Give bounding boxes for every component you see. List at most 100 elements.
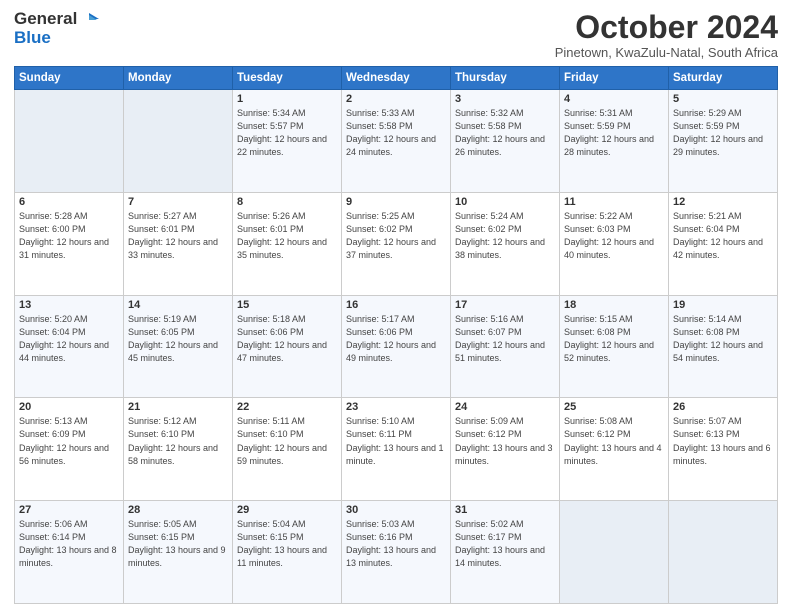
day-info: Sunrise: 5:06 AM Sunset: 6:14 PM Dayligh… xyxy=(19,518,119,570)
header-sunday: Sunday xyxy=(15,67,124,90)
day-info: Sunrise: 5:17 AM Sunset: 6:06 PM Dayligh… xyxy=(346,313,446,365)
day-number: 21 xyxy=(128,401,228,413)
day-info: Sunrise: 5:03 AM Sunset: 6:16 PM Dayligh… xyxy=(346,518,446,570)
header-friday: Friday xyxy=(560,67,669,90)
calendar-cell: 16 Sunrise: 5:17 AM Sunset: 6:06 PM Dayli… xyxy=(342,295,451,398)
day-info: Sunrise: 5:22 AM Sunset: 6:03 PM Dayligh… xyxy=(564,210,664,262)
calendar-header-row: Sunday Monday Tuesday Wednesday Thursday… xyxy=(15,67,778,90)
calendar-cell xyxy=(669,501,778,604)
day-number: 29 xyxy=(237,504,337,516)
day-info: Sunrise: 5:04 AM Sunset: 6:15 PM Dayligh… xyxy=(237,518,337,570)
month-title: October 2024 xyxy=(555,10,778,45)
calendar-cell: 5Sunrise: 5:29 AM Sunset: 5:59 PM Daylig… xyxy=(669,90,778,193)
calendar-cell: 1 Sunrise: 5:34 AM Sunset: 5:57 PM Daylig… xyxy=(233,90,342,193)
header-wednesday: Wednesday xyxy=(342,67,451,90)
day-number: 28 xyxy=(128,504,228,516)
header-saturday: Saturday xyxy=(669,67,778,90)
calendar-cell: 31 Sunrise: 5:02 AM Sunset: 6:17 PM Dayli… xyxy=(451,501,560,604)
day-info: Sunrise: 5:29 AM Sunset: 5:59 PM Dayligh… xyxy=(673,107,773,159)
day-info: Sunrise: 5:10 AM Sunset: 6:11 PM Dayligh… xyxy=(346,415,446,467)
calendar-cell: 3 Sunrise: 5:32 AM Sunset: 5:58 PM Daylig… xyxy=(451,90,560,193)
logo: General Blue xyxy=(14,10,99,47)
location: Pinetown, KwaZulu-Natal, South Africa xyxy=(555,45,778,60)
week-row-2: 6 Sunrise: 5:28 AM Sunset: 6:00 PM Daylig… xyxy=(15,192,778,295)
day-info: Sunrise: 5:33 AM Sunset: 5:58 PM Dayligh… xyxy=(346,107,446,159)
calendar-cell: 18 Sunrise: 5:15 AM Sunset: 6:08 PM Dayli… xyxy=(560,295,669,398)
day-info: Sunrise: 5:28 AM Sunset: 6:00 PM Dayligh… xyxy=(19,210,119,262)
day-number: 3 xyxy=(455,93,555,105)
week-row-4: 20 Sunrise: 5:13 AM Sunset: 6:09 PM Dayli… xyxy=(15,398,778,501)
calendar-cell: 25 Sunrise: 5:08 AM Sunset: 6:12 PM Dayli… xyxy=(560,398,669,501)
day-number: 20 xyxy=(19,401,119,413)
day-number: 23 xyxy=(346,401,446,413)
day-info: Sunrise: 5:34 AM Sunset: 5:57 PM Dayligh… xyxy=(237,107,337,159)
calendar-cell: 26Sunrise: 5:07 AM Sunset: 6:13 PM Dayli… xyxy=(669,398,778,501)
day-info: Sunrise: 5:11 AM Sunset: 6:10 PM Dayligh… xyxy=(237,415,337,467)
day-number: 9 xyxy=(346,196,446,208)
day-info: Sunrise: 5:19 AM Sunset: 6:05 PM Dayligh… xyxy=(128,313,228,365)
calendar-cell: 9 Sunrise: 5:25 AM Sunset: 6:02 PM Daylig… xyxy=(342,192,451,295)
day-number: 2 xyxy=(346,93,446,105)
day-number: 6 xyxy=(19,196,119,208)
day-number: 24 xyxy=(455,401,555,413)
day-info: Sunrise: 5:09 AM Sunset: 6:12 PM Dayligh… xyxy=(455,415,555,467)
day-info: Sunrise: 5:25 AM Sunset: 6:02 PM Dayligh… xyxy=(346,210,446,262)
logo-general: General xyxy=(14,10,77,29)
calendar-cell: 19 Sunrise: 5:14 AM Sunset: 6:08 PM Dayli… xyxy=(669,295,778,398)
day-number: 16 xyxy=(346,299,446,311)
calendar-cell: 7Sunrise: 5:27 AM Sunset: 6:01 PM Daylig… xyxy=(124,192,233,295)
day-info: Sunrise: 5:21 AM Sunset: 6:04 PM Dayligh… xyxy=(673,210,773,262)
day-number: 15 xyxy=(237,299,337,311)
day-number: 19 xyxy=(673,299,773,311)
day-info: Sunrise: 5:32 AM Sunset: 5:58 PM Dayligh… xyxy=(455,107,555,159)
calendar-cell: 28 Sunrise: 5:05 AM Sunset: 6:15 PM Dayli… xyxy=(124,501,233,604)
day-number: 14 xyxy=(128,299,228,311)
day-number: 10 xyxy=(455,196,555,208)
day-info: Sunrise: 5:13 AM Sunset: 6:09 PM Dayligh… xyxy=(19,415,119,467)
calendar-cell: 13Sunrise: 5:20 AM Sunset: 6:04 PM Dayli… xyxy=(15,295,124,398)
day-number: 13 xyxy=(19,299,119,311)
day-number: 17 xyxy=(455,299,555,311)
day-info: Sunrise: 5:31 AM Sunset: 5:59 PM Dayligh… xyxy=(564,107,664,159)
calendar-cell: 2 Sunrise: 5:33 AM Sunset: 5:58 PM Daylig… xyxy=(342,90,451,193)
week-row-5: 27 Sunrise: 5:06 AM Sunset: 6:14 PM Dayli… xyxy=(15,501,778,604)
header-tuesday: Tuesday xyxy=(233,67,342,90)
day-number: 18 xyxy=(564,299,664,311)
day-number: 7 xyxy=(128,196,228,208)
calendar-cell: 12 Sunrise: 5:21 AM Sunset: 6:04 PM Dayli… xyxy=(669,192,778,295)
calendar-cell: 14 Sunrise: 5:19 AM Sunset: 6:05 PM Dayli… xyxy=(124,295,233,398)
page: General Blue October 2024 Pinetown, KwaZ… xyxy=(0,0,792,612)
calendar-cell: 17Sunrise: 5:16 AM Sunset: 6:07 PM Dayli… xyxy=(451,295,560,398)
day-info: Sunrise: 5:15 AM Sunset: 6:08 PM Dayligh… xyxy=(564,313,664,365)
day-number: 31 xyxy=(455,504,555,516)
day-number: 22 xyxy=(237,401,337,413)
day-info: Sunrise: 5:24 AM Sunset: 6:02 PM Dayligh… xyxy=(455,210,555,262)
week-row-3: 13Sunrise: 5:20 AM Sunset: 6:04 PM Dayli… xyxy=(15,295,778,398)
calendar-cell: 29 Sunrise: 5:04 AM Sunset: 6:15 PM Dayli… xyxy=(233,501,342,604)
calendar-cell: 8Sunrise: 5:26 AM Sunset: 6:01 PM Daylig… xyxy=(233,192,342,295)
week-row-1: 1 Sunrise: 5:34 AM Sunset: 5:57 PM Daylig… xyxy=(15,90,778,193)
calendar-cell xyxy=(560,501,669,604)
calendar-cell: 24 Sunrise: 5:09 AM Sunset: 6:12 PM Dayli… xyxy=(451,398,560,501)
calendar-cell: 4 Sunrise: 5:31 AM Sunset: 5:59 PM Daylig… xyxy=(560,90,669,193)
day-number: 25 xyxy=(564,401,664,413)
calendar-cell: 21 Sunrise: 5:12 AM Sunset: 6:10 PM Dayli… xyxy=(124,398,233,501)
logo-bird-icon xyxy=(79,11,99,27)
day-number: 1 xyxy=(237,93,337,105)
day-info: Sunrise: 5:08 AM Sunset: 6:12 PM Dayligh… xyxy=(564,415,664,467)
day-info: Sunrise: 5:12 AM Sunset: 6:10 PM Dayligh… xyxy=(128,415,228,467)
day-info: Sunrise: 5:02 AM Sunset: 6:17 PM Dayligh… xyxy=(455,518,555,570)
day-info: Sunrise: 5:05 AM Sunset: 6:15 PM Dayligh… xyxy=(128,518,228,570)
calendar-cell: 6 Sunrise: 5:28 AM Sunset: 6:00 PM Daylig… xyxy=(15,192,124,295)
calendar-cell: 22 Sunrise: 5:11 AM Sunset: 6:10 PM Dayli… xyxy=(233,398,342,501)
calendar-cell xyxy=(124,90,233,193)
day-info: Sunrise: 5:07 AM Sunset: 6:13 PM Dayligh… xyxy=(673,415,773,467)
header: General Blue October 2024 Pinetown, KwaZ… xyxy=(14,10,778,60)
day-number: 12 xyxy=(673,196,773,208)
day-number: 8 xyxy=(237,196,337,208)
day-number: 27 xyxy=(19,504,119,516)
day-number: 4 xyxy=(564,93,664,105)
day-info: Sunrise: 5:18 AM Sunset: 6:06 PM Dayligh… xyxy=(237,313,337,365)
logo-blue: Blue xyxy=(14,29,99,48)
day-info: Sunrise: 5:14 AM Sunset: 6:08 PM Dayligh… xyxy=(673,313,773,365)
